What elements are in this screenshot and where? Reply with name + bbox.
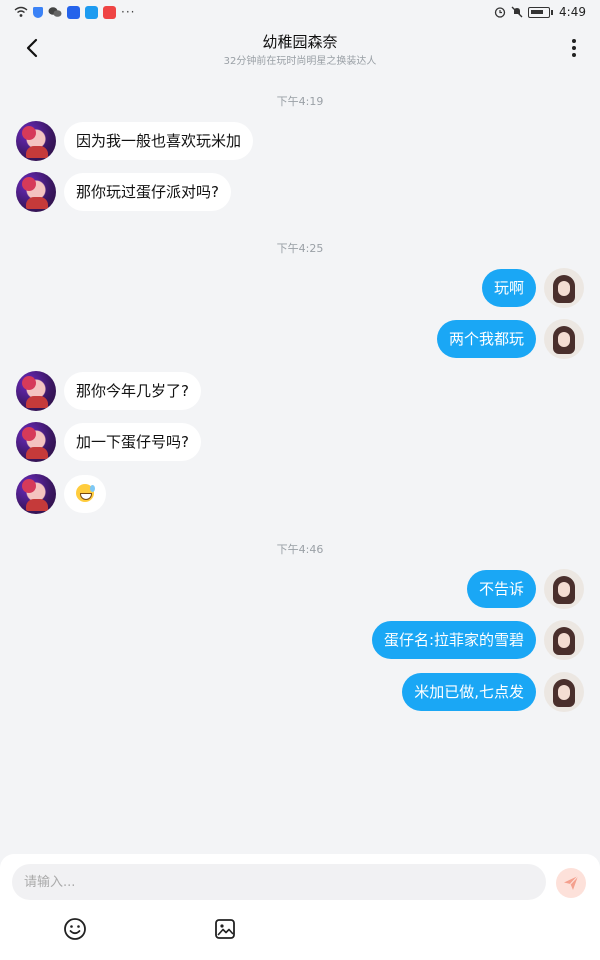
status-right-icons: 4:49 <box>494 5 586 19</box>
chat-header: 幼稚园森奈 32分钟前在玩时尚明星之换装达人 <box>0 24 600 72</box>
image-button[interactable] <box>212 916 238 942</box>
message-bubble[interactable]: 蛋仔名:拉菲家的雪碧 <box>371 621 536 659</box>
more-vertical-icon <box>572 39 576 43</box>
sweat-smile-emoji-icon <box>76 484 95 502</box>
contact-name: 幼稚园森奈 <box>262 33 338 51</box>
timestamp: 下午4:19 <box>276 95 324 108</box>
alarm-icon <box>494 7 506 18</box>
contact-avatar[interactable] <box>16 422 56 462</box>
smiley-icon <box>64 918 86 940</box>
my-avatar[interactable] <box>544 268 584 308</box>
message-bubble[interactable] <box>64 475 106 513</box>
send-icon <box>564 875 579 890</box>
red-app-icon <box>103 5 116 19</box>
my-avatar[interactable] <box>544 672 584 712</box>
message-bubble[interactable]: 加一下蛋仔号吗? <box>64 423 201 461</box>
message-bubble[interactable]: 那你玩过蛋仔派对吗? <box>64 173 231 211</box>
status-time: 4:49 <box>559 5 586 19</box>
message-item: 玩啊 <box>481 268 584 308</box>
message-item: 那你玩过蛋仔派对吗? <box>16 172 231 212</box>
app-notification-icon <box>67 5 80 19</box>
timestamp: 下午4:25 <box>276 242 324 255</box>
more-options-button[interactable] <box>560 34 588 62</box>
mute-bell-icon <box>511 6 523 18</box>
message-bubble[interactable]: 玩啊 <box>481 269 536 307</box>
message-input[interactable] <box>12 864 546 900</box>
emoji-button[interactable] <box>62 916 88 942</box>
message-bubble[interactable]: 不告诉 <box>466 570 536 608</box>
composer <box>0 854 600 960</box>
message-list[interactable]: 下午4:19 因为我一般也喜欢玩米加 那你玩过蛋仔派对吗? 下午4:25 玩啊 … <box>0 72 600 854</box>
battery-icon <box>528 6 554 18</box>
message-bubble[interactable]: 因为我一般也喜欢玩米加 <box>64 122 254 160</box>
message-item <box>16 474 106 514</box>
message-bubble[interactable]: 那你今年几岁了? <box>64 372 201 410</box>
message-item: 加一下蛋仔号吗? <box>16 422 201 462</box>
message-item: 那你今年几岁了? <box>16 371 201 411</box>
message-item: 蛋仔名:拉菲家的雪碧 <box>371 620 584 660</box>
wifi-icon <box>14 6 28 17</box>
message-item: 因为我一般也喜欢玩米加 <box>16 121 254 161</box>
wechat-icon <box>48 7 62 17</box>
message-item: 米加已做,七点发 <box>402 672 584 712</box>
status-bar: ··· 4:49 <box>0 0 600 24</box>
image-icon <box>215 919 235 939</box>
contact-avatar[interactable] <box>16 121 56 161</box>
more-notifications-icon: ··· <box>121 5 136 19</box>
my-avatar[interactable] <box>544 620 584 660</box>
contact-avatar[interactable] <box>16 172 56 212</box>
search-app-icon <box>85 5 98 19</box>
message-item: 两个我都玩 <box>436 319 584 359</box>
my-avatar[interactable] <box>544 319 584 359</box>
contact-avatar[interactable] <box>16 474 56 514</box>
message-item: 不告诉 <box>466 569 584 609</box>
status-left-icons: ··· <box>14 5 135 19</box>
message-bubble[interactable]: 两个我都玩 <box>436 320 536 358</box>
send-button[interactable] <box>556 868 586 898</box>
contact-avatar[interactable] <box>16 371 56 411</box>
timestamp: 下午4:46 <box>276 543 324 556</box>
contact-status: 32分钟前在玩时尚明星之换装达人 <box>223 56 377 67</box>
message-bubble[interactable]: 米加已做,七点发 <box>402 673 536 711</box>
shield-icon <box>33 6 43 18</box>
my-avatar[interactable] <box>544 569 584 609</box>
